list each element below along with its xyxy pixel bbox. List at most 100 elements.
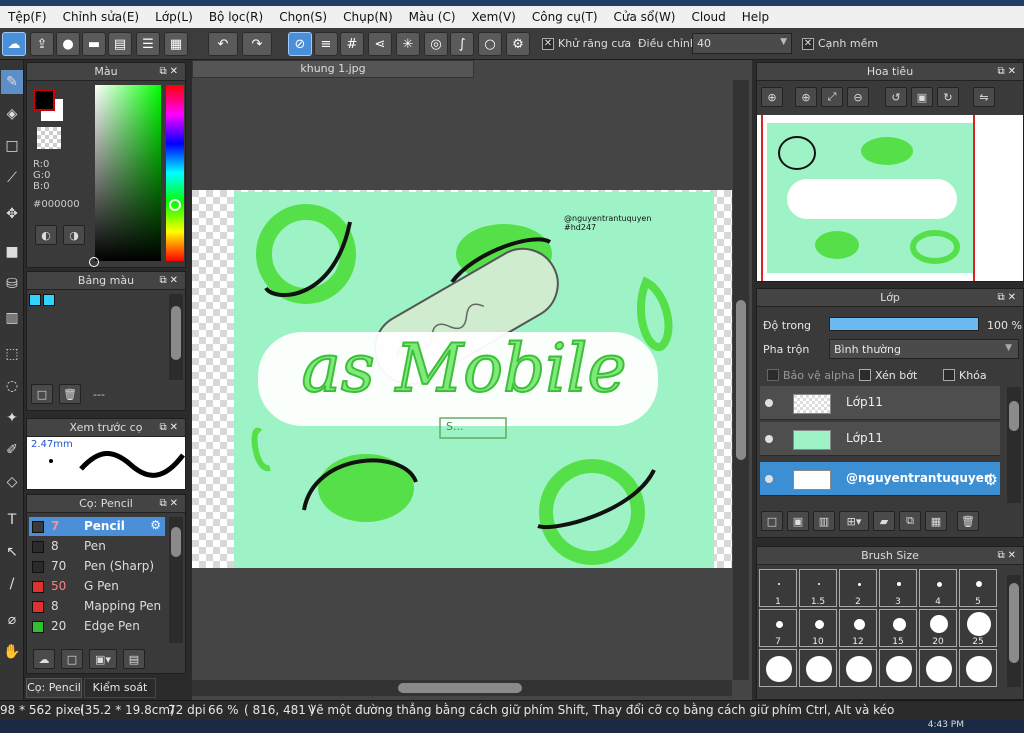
radial-lines-icon[interactable]: ✳ bbox=[396, 32, 420, 56]
brush-list-scrollbar[interactable] bbox=[169, 517, 183, 643]
fit-screen-icon[interactable]: ⤢ bbox=[821, 87, 843, 107]
brush-size-cell[interactable]: 3 bbox=[879, 569, 917, 607]
reset-view-icon[interactable]: ▣ bbox=[911, 87, 933, 107]
menu-help[interactable]: Help bbox=[734, 10, 777, 24]
zoom-in-icon[interactable]: ⊕ bbox=[761, 87, 783, 107]
antialias-checkbox[interactable]: ✕ bbox=[542, 38, 554, 50]
list-icon[interactable]: ☰ bbox=[136, 32, 160, 56]
new-brush-icon[interactable]: □ bbox=[61, 649, 83, 669]
layer-row-selected[interactable]: @nguyentrantuquyen ⚙ bbox=[760, 462, 1000, 496]
brush-size-cell[interactable]: 5 bbox=[959, 569, 997, 607]
merge-layer-icon[interactable]: ▦ bbox=[925, 511, 947, 531]
brush-size-cell[interactable]: 25 bbox=[959, 609, 997, 647]
blend-mode-dropdown[interactable]: Bình thường ▼ bbox=[829, 339, 1019, 359]
visibility-icon[interactable] bbox=[765, 475, 773, 483]
adjust-dropdown[interactable]: 40 ▼ bbox=[692, 33, 792, 54]
trash-icon[interactable]: 🗑 bbox=[957, 511, 979, 531]
brush-settings-icon[interactable]: ▤ bbox=[123, 649, 145, 669]
brush-size-cell[interactable]: 7 bbox=[759, 609, 797, 647]
brush-menu-icon[interactable]: ▣▾ bbox=[89, 649, 117, 669]
cloud-icon[interactable]: ☁ bbox=[2, 32, 26, 56]
circle-snap-icon[interactable]: ○ bbox=[478, 32, 502, 56]
gear-icon[interactable]: ⚙ bbox=[984, 470, 998, 489]
menu-file[interactable]: Tệp(F) bbox=[0, 10, 55, 24]
transparent-color-swatch[interactable] bbox=[37, 127, 61, 149]
document-icon[interactable]: ▤ bbox=[108, 32, 132, 56]
fill-rect-tool-icon[interactable]: ■ bbox=[1, 240, 23, 264]
canvas-artwork[interactable]: as Mobile S... @nguyentrantuquyen #hd247 bbox=[234, 192, 714, 568]
new-layer-1bit-icon[interactable]: ▥ bbox=[813, 511, 835, 531]
menu-select[interactable]: Chọn(S) bbox=[271, 10, 335, 24]
brush-size-cell[interactable]: 4 bbox=[919, 569, 957, 607]
tab-brush[interactable]: Cọ: Pencil bbox=[26, 678, 82, 698]
divide-tool-icon[interactable]: ∕ bbox=[1, 572, 23, 596]
brush-item-pencil[interactable]: 7 Pencil ⚙ bbox=[29, 517, 165, 536]
menu-window[interactable]: Cửa sổ(W) bbox=[606, 10, 684, 24]
rect-tool-icon[interactable]: □ bbox=[1, 134, 23, 158]
trash-icon[interactable]: 🗑 bbox=[59, 384, 81, 404]
rotate-right-icon[interactable]: ↻ bbox=[937, 87, 959, 107]
opacity-slider[interactable] bbox=[829, 317, 979, 331]
line-tool-icon[interactable]: ⟋ bbox=[1, 166, 23, 190]
brush-item-g-pen[interactable]: 50 G Pen bbox=[29, 577, 165, 596]
visibility-icon[interactable] bbox=[765, 435, 773, 443]
smooth-edge-checkbox[interactable]: ✕ bbox=[802, 38, 814, 50]
select-pen-icon[interactable]: ✐ bbox=[1, 438, 23, 462]
brush-size-cell[interactable]: 1.5 bbox=[799, 569, 837, 607]
navigator-preview[interactable] bbox=[757, 115, 1023, 281]
select-rect-icon[interactable]: ⬚ bbox=[1, 342, 23, 366]
menu-layer[interactable]: Lớp(L) bbox=[147, 10, 201, 24]
clipping-checkbox[interactable] bbox=[859, 369, 871, 381]
menu-capture[interactable]: Chụp(N) bbox=[335, 10, 401, 24]
visibility-icon[interactable] bbox=[765, 399, 773, 407]
message-icon[interactable]: ▬ bbox=[82, 32, 106, 56]
horizontal-scroll-thumb[interactable] bbox=[398, 683, 522, 693]
brush-tool-icon[interactable]: ✎ bbox=[1, 70, 23, 94]
brush-size-cell[interactable] bbox=[839, 649, 877, 687]
gradient-tool-icon[interactable]: ▥ bbox=[1, 306, 23, 330]
menu-tools[interactable]: Công cụ(T) bbox=[524, 10, 606, 24]
grid-snap-icon[interactable]: # bbox=[340, 32, 364, 56]
new-page-icon[interactable]: □ bbox=[31, 384, 53, 404]
menu-cloud[interactable]: Cloud bbox=[684, 10, 734, 24]
rotate-left-icon[interactable]: ↺ bbox=[885, 87, 907, 107]
lock-checkbox[interactable] bbox=[943, 369, 955, 381]
vertical-scroll-thumb[interactable] bbox=[736, 300, 746, 460]
color-picker-icon[interactable]: ◑ bbox=[63, 225, 85, 245]
operation-tool-icon[interactable]: ↖ bbox=[1, 540, 23, 564]
canvas-vertical-scrollbar[interactable] bbox=[733, 80, 749, 680]
new-layer-8bit-icon[interactable]: ▣ bbox=[787, 511, 809, 531]
menu-view[interactable]: Xem(V) bbox=[464, 10, 524, 24]
flip-icon[interactable]: ⇋ bbox=[973, 87, 995, 107]
palette-icon[interactable]: ◐ bbox=[35, 225, 57, 245]
move-tool-icon[interactable]: ✥ bbox=[1, 202, 23, 226]
palette-swatch[interactable] bbox=[29, 294, 41, 306]
eyedropper-icon[interactable]: ⌀ bbox=[1, 608, 23, 632]
magic-wand-icon[interactable]: ✦ bbox=[1, 406, 23, 430]
brush-size-cell[interactable]: 10 bbox=[799, 609, 837, 647]
grid-layout-icon[interactable]: ▦ bbox=[164, 32, 188, 56]
curve-icon[interactable]: ∫ bbox=[450, 32, 474, 56]
folder-icon[interactable]: ▰ bbox=[873, 511, 895, 531]
export-icon[interactable]: ⇪ bbox=[30, 32, 54, 56]
undo-icon[interactable]: ↶ bbox=[208, 32, 238, 56]
duplicate-layer-icon[interactable]: ⧉ bbox=[899, 511, 921, 531]
select-eraser-icon[interactable]: ◇ bbox=[1, 470, 23, 494]
brush-size-cell[interactable]: 1 bbox=[759, 569, 797, 607]
hand-tool-icon[interactable]: ✋ bbox=[1, 640, 23, 664]
brush-item-pen[interactable]: 8 Pen bbox=[29, 537, 165, 556]
saturation-value-picker[interactable] bbox=[89, 85, 161, 267]
brush-item-edge-pen[interactable]: 20 Edge Pen bbox=[29, 617, 165, 636]
brush-size-cell[interactable] bbox=[799, 649, 837, 687]
brush-size-cell[interactable]: 15 bbox=[879, 609, 917, 647]
menu-filter[interactable]: Bộ lọc(R) bbox=[201, 10, 271, 24]
protect-alpha-checkbox[interactable] bbox=[767, 369, 779, 381]
brush-item-mapping-pen[interactable]: 8 Mapping Pen bbox=[29, 597, 165, 616]
redo-icon[interactable]: ↷ bbox=[242, 32, 272, 56]
layer-row[interactable]: Lớp11 bbox=[760, 422, 1000, 456]
lasso-icon[interactable]: ◌ bbox=[1, 374, 23, 398]
brush-size-cell[interactable]: 20 bbox=[919, 609, 957, 647]
brush-size-cell[interactable] bbox=[879, 649, 917, 687]
document-tab[interactable]: khung 1.jpg bbox=[192, 60, 474, 78]
text-tool-icon[interactable]: T bbox=[1, 508, 23, 532]
